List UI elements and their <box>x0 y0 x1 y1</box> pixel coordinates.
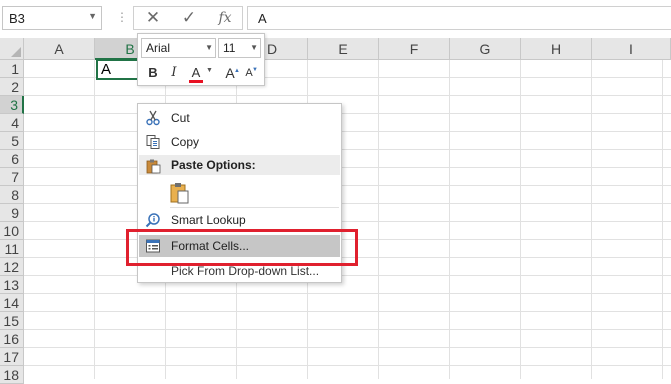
row-header[interactable]: 9 <box>0 204 24 222</box>
italic-button[interactable]: I <box>168 64 180 82</box>
formula-bar-buttons: ✕ ✓ fx <box>133 6 243 30</box>
row-header[interactable]: 3 <box>0 96 24 114</box>
enter-icon[interactable]: ✓ <box>174 8 204 28</box>
font-name-select[interactable]: Arial ▼ <box>141 38 216 58</box>
row-header[interactable]: 11 <box>0 240 24 258</box>
increase-font-size-button[interactable]: A ▲ <box>223 64 240 82</box>
row-header[interactable]: 17 <box>0 348 24 366</box>
name-box[interactable]: B3 ▼ <box>2 6 102 30</box>
menu-item-smart-lookup[interactable]: Smart Lookup <box>139 209 340 231</box>
cells-area[interactable] <box>24 60 671 379</box>
menu-separator <box>170 207 339 208</box>
menu-label-smart-lookup: Smart Lookup <box>171 213 246 227</box>
copy-icon <box>146 135 160 149</box>
row-header[interactable]: 6 <box>0 150 24 168</box>
row-header[interactable]: 16 <box>0 330 24 348</box>
scissors-icon <box>146 110 160 126</box>
formula-input[interactable]: A <box>247 6 671 30</box>
row-header[interactable]: 1 <box>0 60 24 78</box>
chevron-down-icon[interactable]: ▼ <box>206 67 213 74</box>
menu-label-pick-from-list: Pick From Drop-down List... <box>171 264 320 278</box>
row-header[interactable]: 2 <box>0 78 24 96</box>
column-header[interactable]: A <box>24 38 95 60</box>
font-size-select[interactable]: 11 ▼ <box>218 38 261 58</box>
name-box-value: B3 <box>9 11 25 26</box>
caret-up-icon: ▲ <box>234 68 240 74</box>
column-header[interactable]: F <box>379 38 450 60</box>
paste-icon <box>146 159 161 174</box>
chevron-down-icon[interactable]: ▼ <box>88 11 97 21</box>
menu-item-copy[interactable]: Copy <box>139 131 340 153</box>
row-header[interactable]: 15 <box>0 312 24 330</box>
row-header[interactable]: 4 <box>0 114 24 132</box>
formula-bar: B3 ▼ ⋮ ✕ ✓ fx A <box>0 0 671 38</box>
clipboard-icon <box>170 183 189 204</box>
cancel-icon[interactable]: ✕ <box>138 8 168 28</box>
menu-label-paste-options: Paste Options: <box>171 158 256 172</box>
row-header[interactable]: 10 <box>0 222 24 240</box>
paste-option-keep-source[interactable] <box>139 178 340 206</box>
paste-options-header: Paste Options: <box>139 155 340 175</box>
menu-label-copy: Copy <box>171 135 200 149</box>
row-header[interactable]: 13 <box>0 276 24 294</box>
row-header[interactable]: 18 <box>0 366 24 384</box>
highlight-annotation-box <box>126 229 358 266</box>
font-name-value: Arial <box>146 41 171 55</box>
column-header[interactable]: H <box>521 38 592 60</box>
menu-label-cut: Cut <box>171 111 190 125</box>
column-header[interactable]: I <box>592 38 671 60</box>
decrease-font-size-button[interactable]: A ▼ <box>242 64 258 82</box>
select-all-button[interactable] <box>0 38 24 60</box>
active-cell-value: A <box>101 61 112 78</box>
insert-function-icon[interactable]: fx <box>210 8 240 28</box>
menu-item-cut[interactable]: Cut <box>139 107 340 129</box>
row-header[interactable]: 5 <box>0 132 24 150</box>
font-size-value: 11 <box>223 41 236 55</box>
font-color-swatch <box>189 80 203 83</box>
chevron-down-icon[interactable]: ▼ <box>205 43 213 52</box>
select-all-triangle-icon <box>11 47 21 57</box>
smart-lookup-icon <box>145 213 160 228</box>
column-header[interactable]: G <box>450 38 521 60</box>
mini-toolbar: Arial ▼ 11 ▼ B I A ▼ A ▲ A ▼ <box>137 33 265 86</box>
caret-down-icon: ▼ <box>252 67 258 73</box>
row-header[interactable]: 7 <box>0 168 24 186</box>
chevron-down-icon[interactable]: ▼ <box>250 43 258 52</box>
formula-value: A <box>258 11 267 26</box>
row-header[interactable]: 12 <box>0 258 24 276</box>
row-header[interactable]: 8 <box>0 186 24 204</box>
bold-button[interactable]: B <box>146 64 160 82</box>
row-header[interactable]: 14 <box>0 294 24 312</box>
column-header[interactable]: E <box>308 38 379 60</box>
formula-bar-grip-icon: ⋮ <box>116 10 128 24</box>
